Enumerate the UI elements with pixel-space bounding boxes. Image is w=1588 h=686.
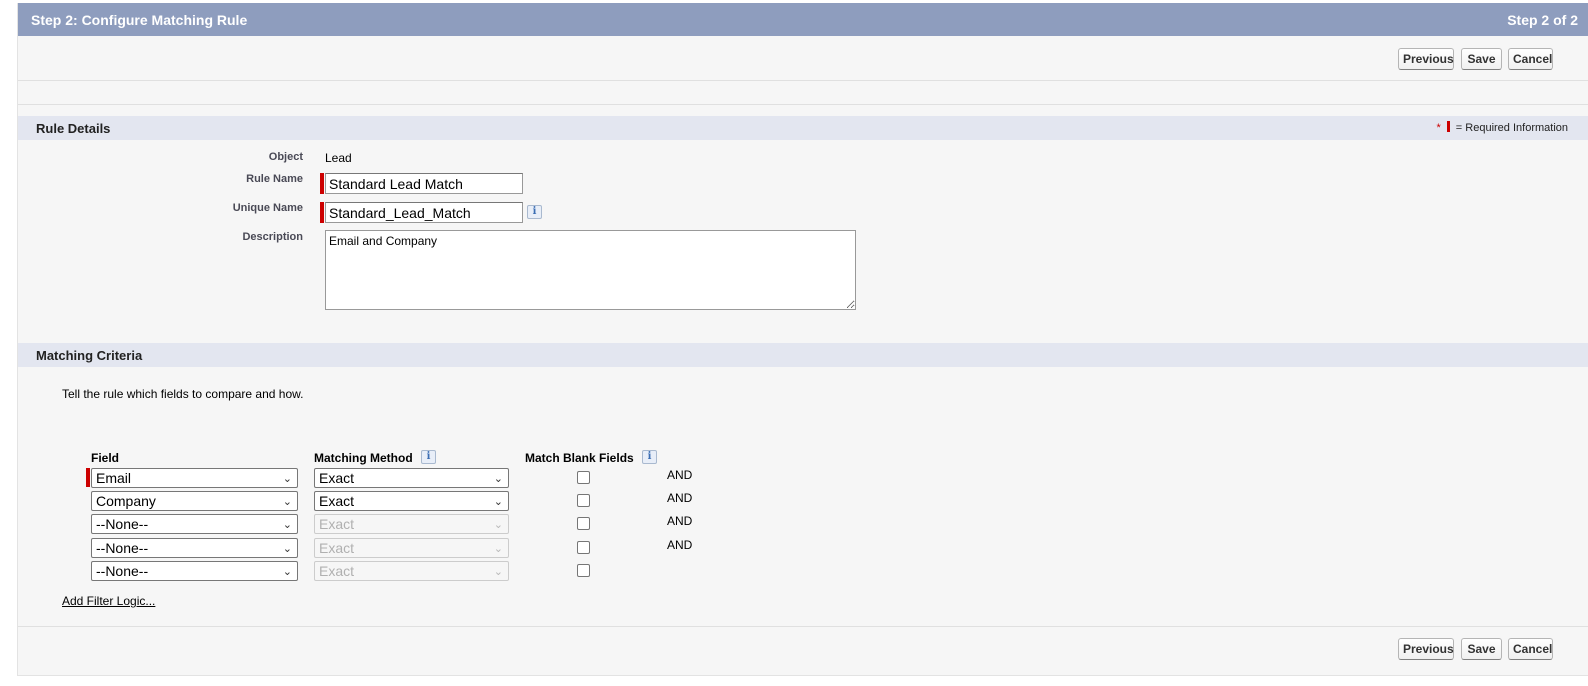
rule-name-input[interactable] (325, 173, 523, 194)
match-blank-checkbox[interactable] (577, 517, 590, 530)
blank-column-header: Match Blank Fields (525, 451, 634, 465)
field-select[interactable]: Company ⌄ (91, 491, 298, 511)
required-indicator (86, 468, 90, 487)
field-select[interactable]: Email ⌄ (91, 468, 298, 488)
field-select-value: --None-- (96, 516, 149, 532)
required-legend: * = Required Information (1437, 121, 1568, 134)
required-star: * (1436, 122, 1441, 134)
wizard-panel: Step 2: Configure Matching Rule Step 2 o… (17, 3, 1588, 676)
matching-intro-text: Tell the rule which fields to compare an… (62, 387, 304, 401)
field-select-value: Company (96, 493, 156, 509)
required-indicator (320, 202, 324, 223)
field-select-value: Email (96, 470, 132, 486)
chevron-down-icon: ⌄ (493, 543, 503, 555)
field-column-header: Field (91, 451, 120, 465)
previous-button-top[interactable]: Previous (1398, 48, 1454, 70)
cancel-button-top[interactable]: Cancel (1508, 48, 1553, 70)
chevron-down-icon: ⌄ (282, 496, 292, 508)
and-connector: AND (667, 491, 693, 505)
field-select-value: --None-- (96, 540, 149, 556)
match-blank-checkbox[interactable] (577, 541, 590, 554)
field-select-value: --None-- (96, 563, 149, 579)
chevron-down-icon: ⌄ (493, 519, 503, 531)
rule-name-label: Rule Name (246, 173, 303, 185)
chevron-down-icon: ⌄ (282, 566, 292, 578)
save-button-top[interactable]: Save (1461, 48, 1502, 70)
section-title: Matching Criteria (36, 348, 143, 363)
cancel-button-bottom[interactable]: Cancel (1508, 638, 1553, 660)
field-select[interactable]: --None-- ⌄ (91, 514, 298, 534)
unique-name-label: Unique Name (232, 202, 303, 214)
step-indicator: Step 2 of 2 (1507, 12, 1578, 28)
method-select-value: Exact (319, 493, 355, 509)
required-legend-text: = Required Information (1455, 122, 1568, 134)
chevron-down-icon: ⌄ (493, 473, 503, 485)
method-select-disabled: Exact ⌄ (314, 538, 509, 558)
divider (18, 626, 1588, 627)
method-select[interactable]: Exact ⌄ (314, 468, 509, 488)
unique-name-input[interactable] (325, 202, 523, 223)
page-title: Step 2: Configure Matching Rule (31, 12, 248, 28)
description-textarea[interactable]: Email and Company (325, 230, 856, 310)
description-label: Description (242, 231, 303, 243)
wizard-header: Step 2: Configure Matching Rule Step 2 o… (18, 3, 1588, 36)
divider (18, 80, 1588, 81)
match-blank-checkbox[interactable] (577, 471, 590, 484)
method-select-disabled: Exact ⌄ (314, 561, 509, 581)
chevron-down-icon: ⌄ (493, 496, 503, 508)
info-icon[interactable]: i (421, 450, 436, 464)
and-connector: AND (667, 514, 693, 528)
method-select-value: Exact (319, 540, 355, 556)
method-column-header: Matching Method (314, 451, 413, 465)
match-blank-checkbox[interactable] (577, 494, 590, 507)
field-select[interactable]: --None-- ⌄ (91, 538, 298, 558)
section-title: Rule Details (36, 121, 111, 136)
method-select-disabled: Exact ⌄ (314, 514, 509, 534)
divider (18, 104, 1588, 105)
chevron-down-icon: ⌄ (493, 566, 503, 578)
chevron-down-icon: ⌄ (282, 519, 292, 531)
info-icon[interactable]: i (527, 205, 542, 219)
add-filter-logic-link[interactable]: Add Filter Logic... (62, 594, 155, 608)
method-select-value: Exact (319, 563, 355, 579)
method-select-value: Exact (319, 516, 355, 532)
field-select[interactable]: --None-- ⌄ (91, 561, 298, 581)
chevron-down-icon: ⌄ (282, 473, 292, 485)
match-blank-checkbox[interactable] (577, 564, 590, 577)
required-bar-icon (1446, 121, 1450, 132)
rule-details-section-header: Rule Details * = Required Information (18, 116, 1588, 140)
matching-criteria-section-header: Matching Criteria (18, 343, 1588, 367)
method-select[interactable]: Exact ⌄ (314, 491, 509, 511)
info-icon[interactable]: i (642, 450, 657, 464)
chevron-down-icon: ⌄ (282, 543, 292, 555)
and-connector: AND (667, 468, 693, 482)
required-indicator (320, 173, 324, 194)
and-connector: AND (667, 538, 693, 552)
method-select-value: Exact (319, 470, 355, 486)
save-button-bottom[interactable]: Save (1461, 638, 1502, 660)
previous-button-bottom[interactable]: Previous (1398, 638, 1454, 660)
object-value: Lead (325, 151, 352, 165)
object-label: Object (268, 151, 303, 163)
